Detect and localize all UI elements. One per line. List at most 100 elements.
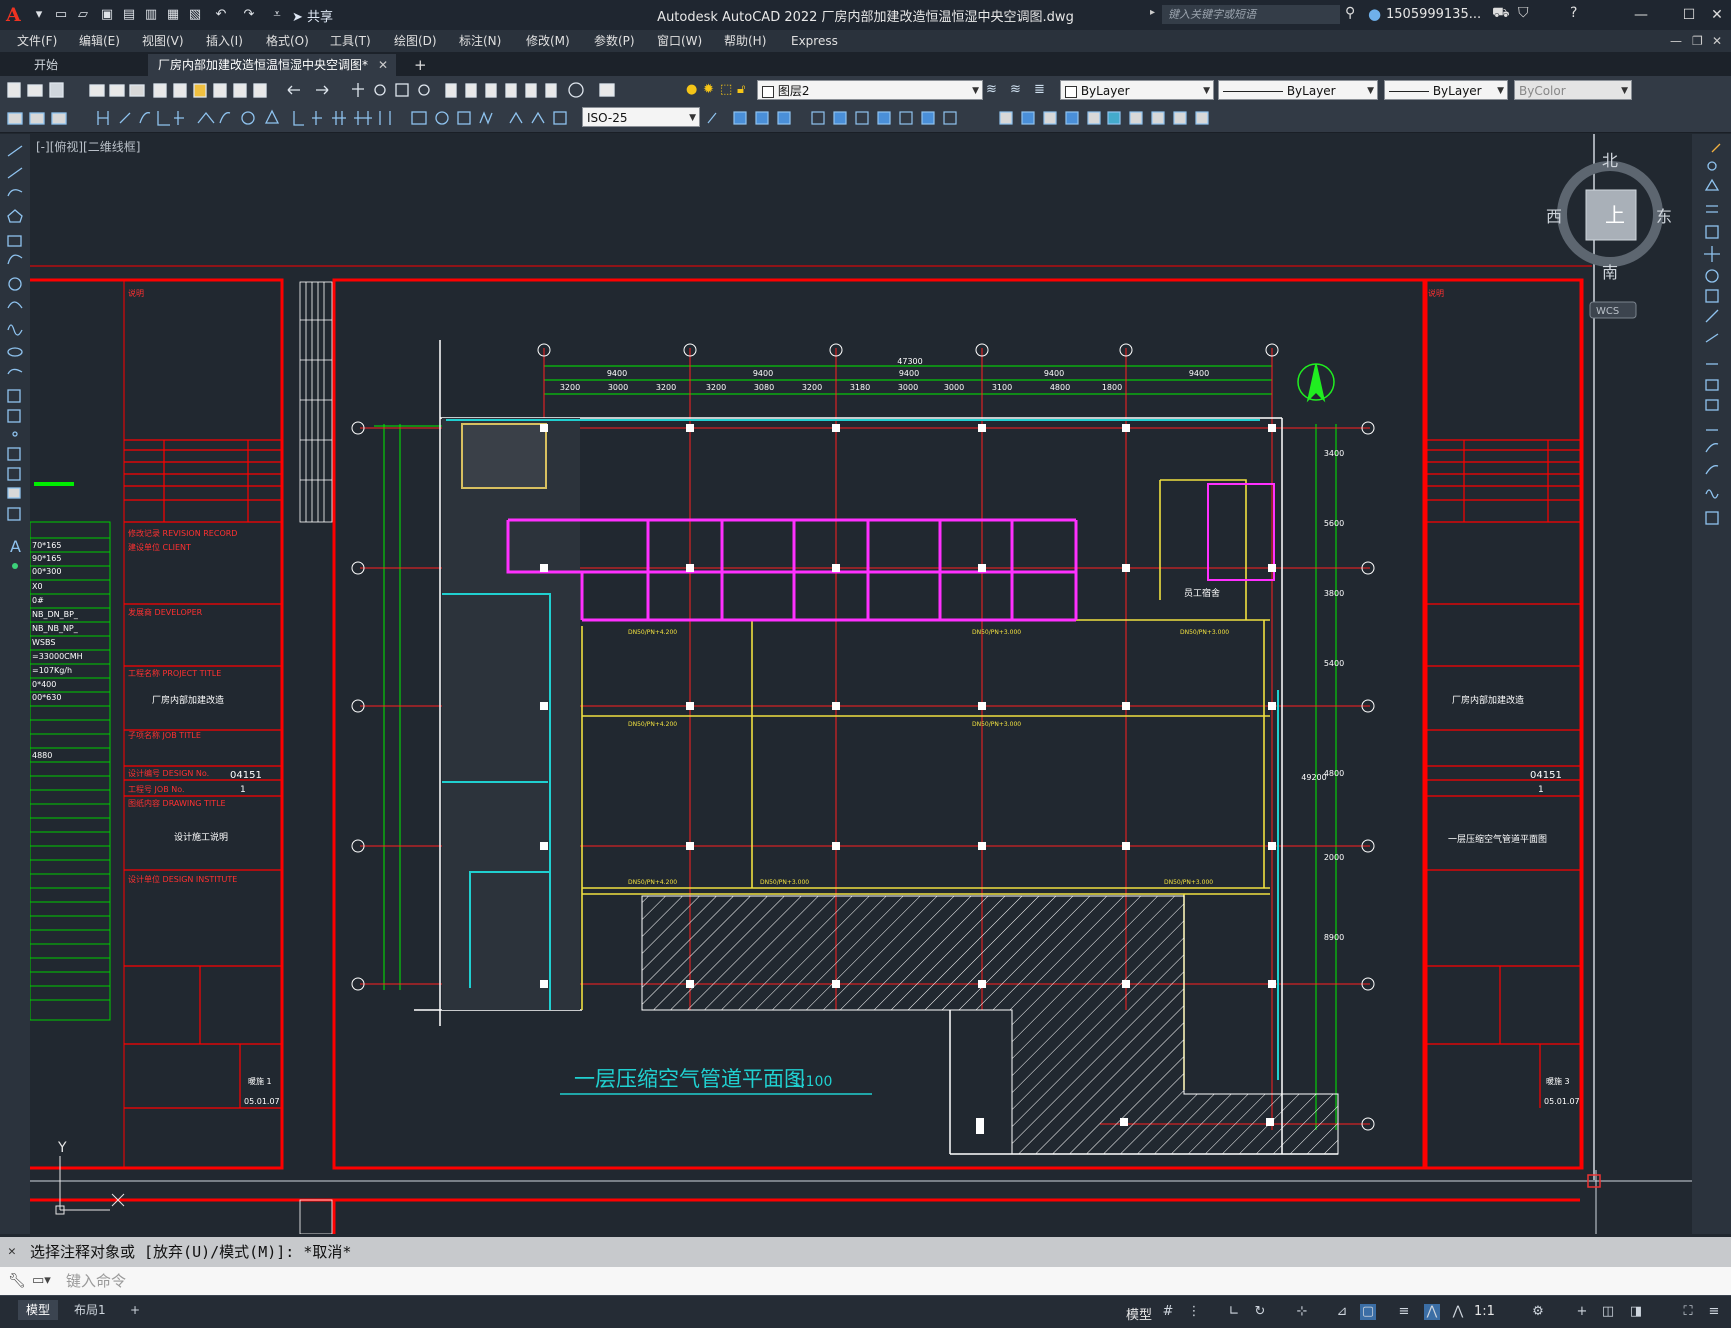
user-icon[interactable]: ● <box>1368 5 1381 23</box>
layer-dropdown[interactable]: 图层2 ▼ <box>757 80 983 100</box>
make-current-layer-icon[interactable]: ≋ <box>986 82 997 97</box>
customize-quick-access-icon[interactable]: ⩡ <box>268 6 286 24</box>
layer-thaw-sun-icon[interactable]: ✹ <box>703 82 714 97</box>
tab-document[interactable]: 厂房内部加建改造恒温恒湿中央空调图* ✕ <box>148 54 396 76</box>
color-dropdown[interactable]: ByLayer ▼ <box>1060 80 1214 100</box>
share-button[interactable]: ➤ 共享 <box>292 6 333 25</box>
minimize-icon[interactable]: — <box>1628 4 1654 26</box>
tab-model[interactable]: 模型 <box>18 1300 59 1320</box>
isodraft-icon[interactable]: ⊹ <box>1294 1304 1310 1320</box>
model-space-canvas[interactable]: 说明 修改记录 REVISION RECORD 建设单位 CLIENT 发展商 … <box>30 134 1692 1234</box>
viewcube-west[interactable]: 西 <box>1546 207 1562 226</box>
units-icon[interactable]: ◫ <box>1600 1304 1616 1320</box>
redo-icon[interactable]: ↷ <box>240 6 258 24</box>
save-as-icon[interactable]: ▤ <box>120 6 138 24</box>
command-input[interactable]: 键入命令 <box>66 1267 1716 1295</box>
draw-tool-icons[interactable]: A <box>0 134 30 594</box>
app-menu-chevron-icon[interactable]: ▾ <box>30 6 48 24</box>
layer-lock-icon[interactable]: 🔓︎ <box>737 82 745 97</box>
tab-close-icon[interactable]: ✕ <box>378 54 388 76</box>
auto-scale-icon[interactable]: ⋀ <box>1450 1304 1466 1320</box>
close-icon[interactable]: ✕ <box>1704 4 1730 26</box>
doc-restore-icon[interactable]: ❐ <box>1692 30 1703 52</box>
autodesk-a360-icon[interactable]: ⛉ <box>1518 5 1529 21</box>
customize-status-icon[interactable]: ≡ <box>1706 1304 1722 1320</box>
workspace-gear-icon[interactable]: ⚙ <box>1530 1304 1546 1320</box>
drawing-svg[interactable]: 说明 修改记录 REVISION RECORD 建设单位 CLIENT 发展商 … <box>30 134 1692 1234</box>
doc-minimize-icon[interactable]: — <box>1670 30 1682 52</box>
grid-icon[interactable]: # <box>1160 1304 1176 1320</box>
viewcube-east[interactable]: 东 <box>1656 207 1672 226</box>
tab-layout1[interactable]: 布局1 <box>66 1300 114 1320</box>
command-recent-icon[interactable]: ▭▾ <box>32 1267 51 1295</box>
save-to-web-icon[interactable]: ▦ <box>164 6 182 24</box>
snap-icon[interactable]: ⋮ <box>1186 1304 1202 1320</box>
annotation-visibility-icon[interactable]: ⋀ <box>1424 1304 1440 1320</box>
add-layout-button[interactable]: + <box>122 1300 148 1320</box>
dimstyle-dropdown[interactable]: ISO-25 ▼ <box>582 107 700 127</box>
modify-tool-icons[interactable] <box>1692 134 1731 554</box>
maximize-icon[interactable]: ☐ <box>1676 4 1702 26</box>
open-from-web-icon[interactable]: ▥ <box>142 6 160 24</box>
object-snap-icon[interactable]: ⊿ <box>1334 1304 1350 1320</box>
search-icon[interactable]: ⚲ <box>1345 5 1355 21</box>
ortho-icon[interactable]: ∟ <box>1226 1304 1242 1320</box>
viewcube-top-face[interactable]: 上 <box>1605 203 1625 227</box>
search-input[interactable]: 键入关键字或短语 <box>1162 5 1340 24</box>
command-customize-icon[interactable]: 🔧︎ <box>8 1267 26 1295</box>
layer-on-bulb-icon[interactable]: ● <box>686 82 697 97</box>
user-account[interactable]: 1505999135... <box>1386 7 1481 22</box>
annotation-monitor-icon[interactable]: + <box>1574 1304 1590 1320</box>
linetype-dropdown[interactable]: ByLayer ▼ <box>1218 80 1378 100</box>
menu-help[interactable]: 帮助(H) <box>724 30 766 52</box>
selection-cycling-icon[interactable]: ▢ <box>1360 1304 1376 1320</box>
help-icon[interactable]: ? <box>1570 5 1577 21</box>
menu-draw[interactable]: 绘图(D) <box>394 30 437 52</box>
model-space-toggle[interactable]: 模型 <box>1126 1304 1152 1323</box>
layer-properties-icon[interactable]: ≣ <box>1034 82 1045 97</box>
menu-edit[interactable]: 编辑(E) <box>79 30 120 52</box>
tab-start[interactable]: 开始 <box>24 54 134 76</box>
open-file-icon[interactable]: ▱ <box>74 6 92 24</box>
dimension-toolbar-icons[interactable] <box>6 109 578 127</box>
modify-toolbar-icons[interactable] <box>704 109 1214 127</box>
plot-icon[interactable]: ▧ <box>186 6 204 24</box>
cart-icon[interactable]: ⛟ <box>1492 5 1510 23</box>
viewport-controls[interactable]: [-][俯视][二维线框] <box>36 138 140 155</box>
standard-toolbar-icons[interactable] <box>6 81 656 99</box>
menu-parametric[interactable]: 参数(P) <box>594 30 635 52</box>
new-file-icon[interactable]: ▭ <box>52 6 70 24</box>
viewcube-north[interactable]: 北 <box>1602 151 1618 170</box>
search-expand-icon[interactable]: ▸ <box>1150 7 1155 18</box>
menu-view[interactable]: 视图(V) <box>142 30 184 52</box>
menu-modify[interactable]: 修改(M) <box>526 30 570 52</box>
viewcube-south[interactable]: 南 <box>1602 263 1618 282</box>
command-close-icon[interactable]: ✕ <box>8 1237 16 1267</box>
menu-format[interactable]: 格式(O) <box>266 30 309 52</box>
menu-file[interactable]: 文件(F) <box>17 30 57 52</box>
menu-dimension[interactable]: 标注(N) <box>459 30 501 52</box>
layer-viewport-icon[interactable]: ⬚ <box>720 82 732 97</box>
hatched-area <box>641 895 1339 1155</box>
clean-screen-icon[interactable]: ⛶ <box>1680 1304 1696 1320</box>
lineweight-preview <box>1389 91 1429 92</box>
svg-text:发展商 DEVELOPER: 发展商 DEVELOPER <box>128 607 203 617</box>
save-icon[interactable]: ▣ <box>98 6 116 24</box>
svg-text:9400: 9400 <box>753 369 773 378</box>
polar-icon[interactable]: ↻ <box>1252 1304 1268 1320</box>
autocad-logo-icon[interactable]: A <box>6 4 26 26</box>
linetype-preview <box>1223 91 1283 92</box>
plotstyle-dropdown[interactable]: ByColor ▼ <box>1514 80 1632 100</box>
quick-properties-icon[interactable]: ◨ <box>1628 1304 1644 1320</box>
menu-tools[interactable]: 工具(T) <box>330 30 371 52</box>
lineweight-dropdown[interactable]: ByLayer ▼ <box>1384 80 1508 100</box>
new-tab-button[interactable]: + <box>404 54 437 76</box>
undo-icon[interactable]: ↶ <box>212 6 230 24</box>
doc-close-icon[interactable]: ✕ <box>1712 30 1722 52</box>
layer-previous-icon[interactable]: ≋ <box>1010 82 1021 97</box>
lineweight-icon[interactable]: ≡ <box>1396 1304 1412 1320</box>
menu-express[interactable]: Express <box>791 30 838 52</box>
menu-window[interactable]: 窗口(W) <box>657 30 702 52</box>
annotation-scale[interactable]: 1:1 <box>1474 1304 1495 1319</box>
menu-insert[interactable]: 插入(I) <box>206 30 243 52</box>
